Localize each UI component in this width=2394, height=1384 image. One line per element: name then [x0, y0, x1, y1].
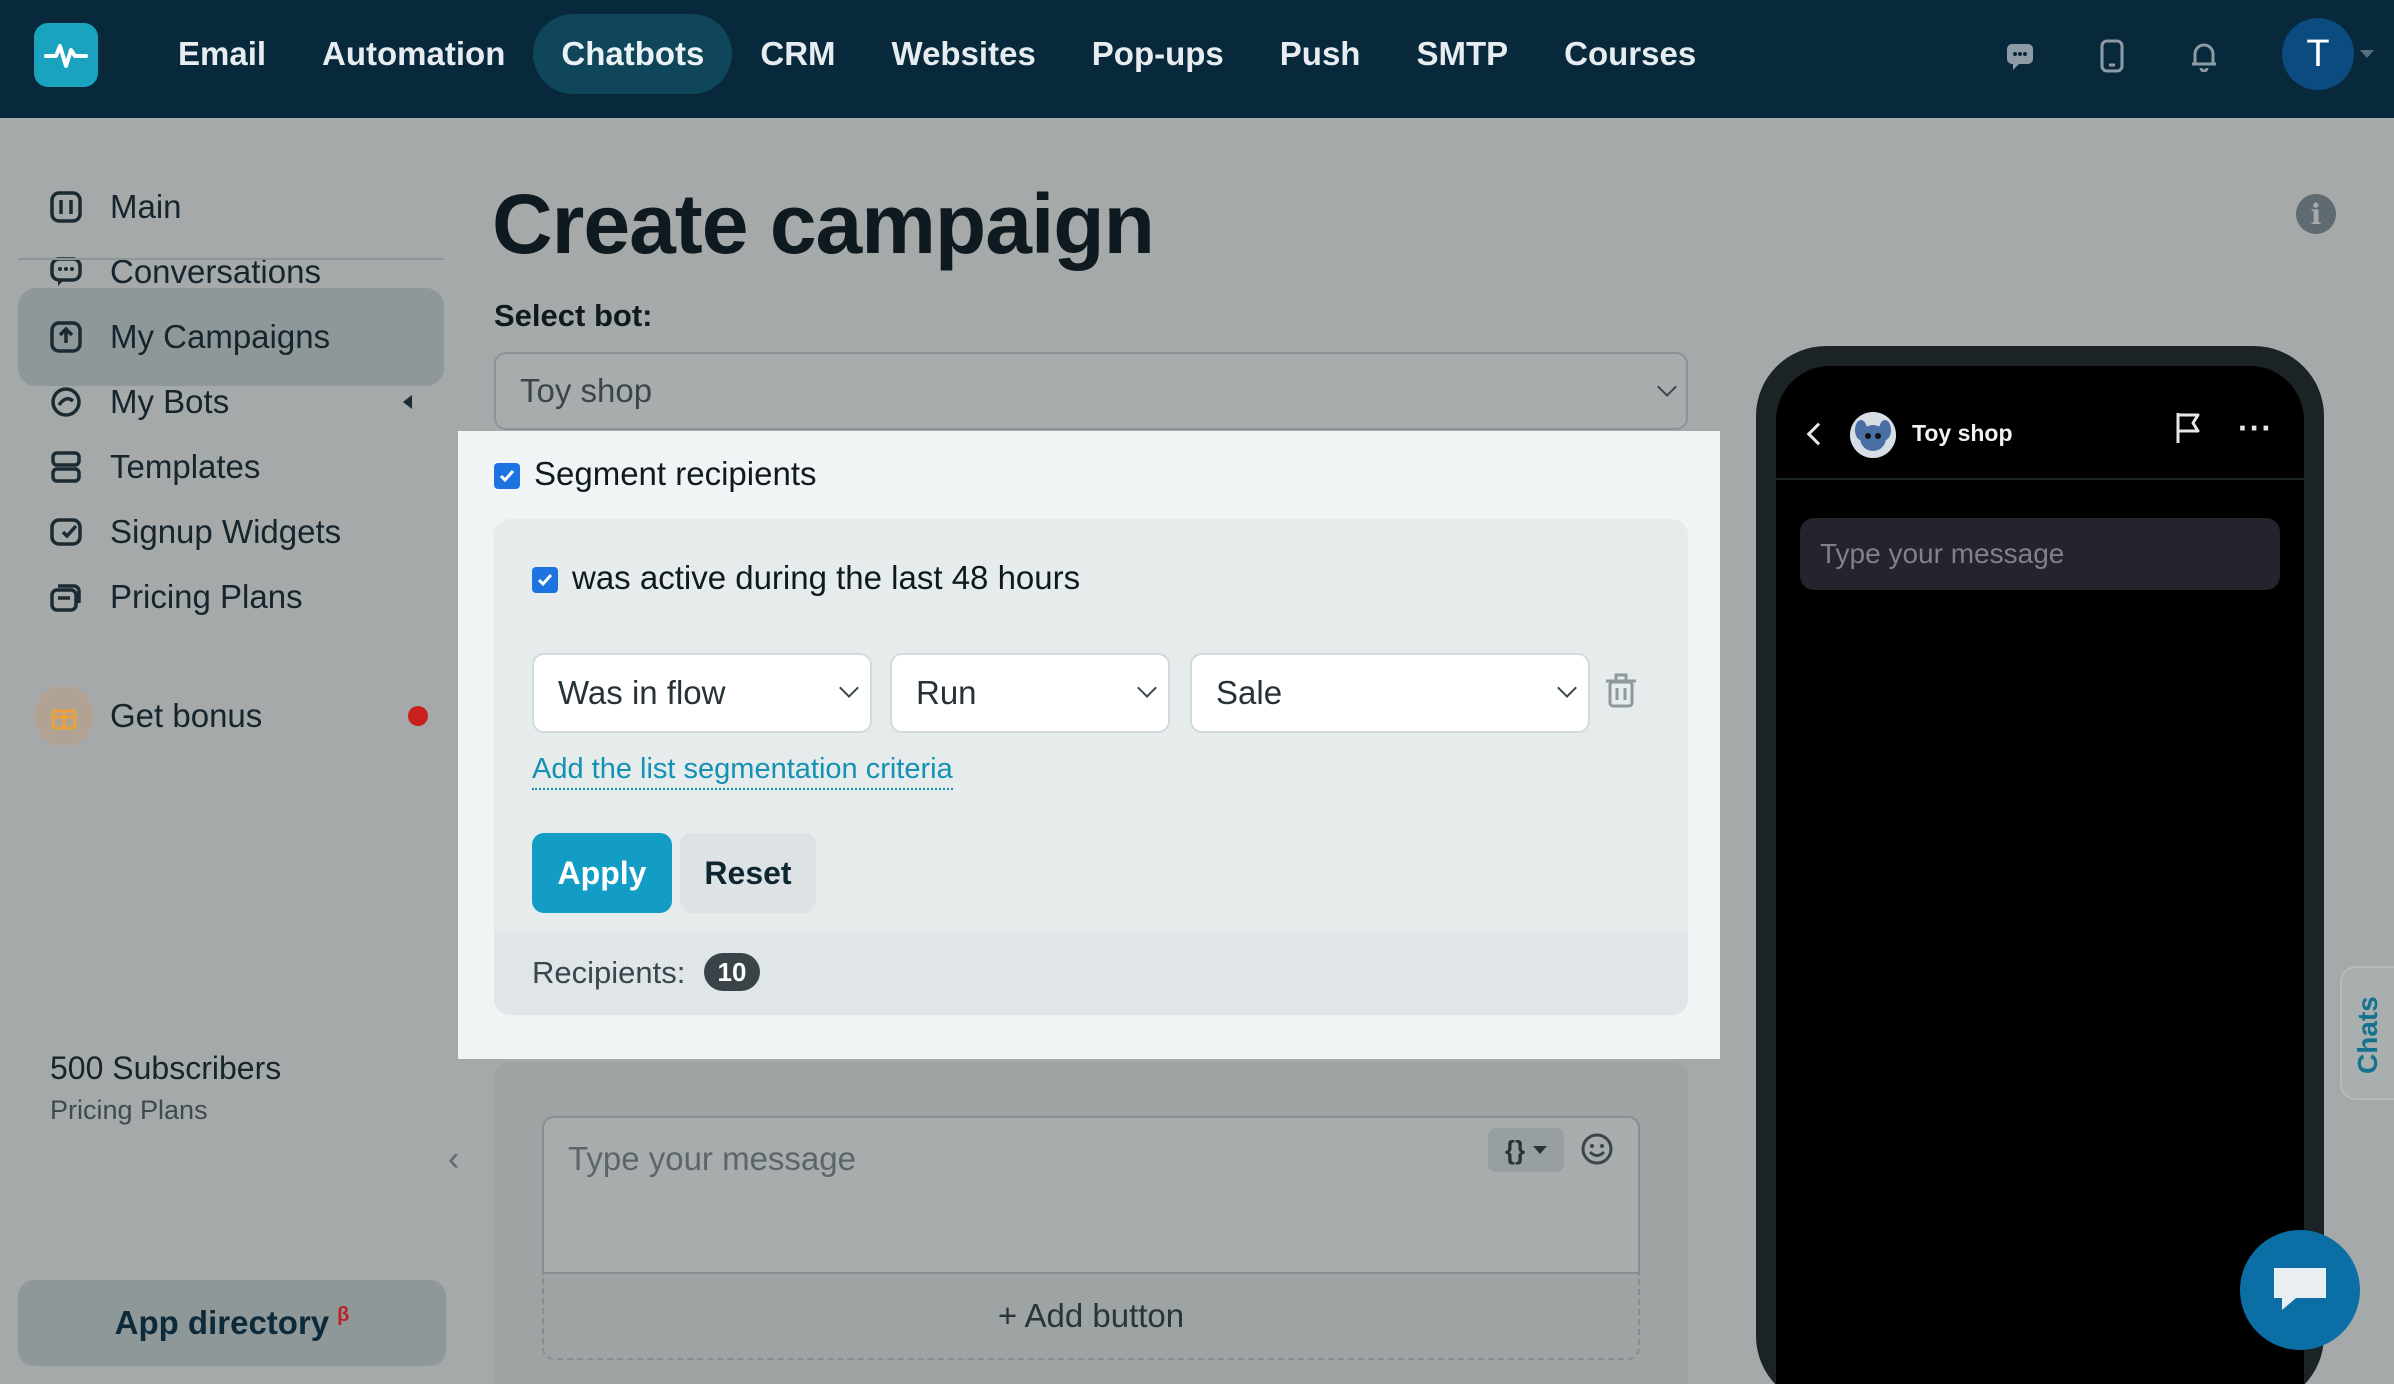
avatar-caret-icon[interactable] — [2360, 50, 2374, 58]
sidebar-label-bots: My Bots — [110, 383, 230, 420]
templates-icon — [46, 447, 86, 487]
active-48h-checkbox[interactable] — [532, 567, 558, 593]
message-placeholder: Type your message — [568, 1140, 856, 1177]
bot-select-value: Toy shop — [520, 372, 653, 409]
phone-message-input[interactable]: Type your message — [1800, 518, 2280, 590]
main-nav: Email Automation Chatbots CRM Websites P… — [150, 14, 1724, 94]
support-chat-button[interactable] — [2240, 1230, 2360, 1350]
nav-websites[interactable]: Websites — [864, 14, 1064, 94]
notification-dot — [408, 706, 428, 726]
criteria-value-value: Sale — [1216, 674, 1283, 711]
segment-criteria-box: was active during the last 48 hours Was … — [494, 519, 1688, 931]
bell-icon[interactable] — [2184, 36, 2224, 76]
chevron-down-icon — [839, 678, 859, 698]
logo-icon[interactable] — [34, 23, 98, 87]
app-directory-button[interactable]: App directory β — [18, 1280, 446, 1366]
apply-button[interactable]: Apply — [532, 833, 672, 913]
select-bot-label: Select bot: — [494, 298, 653, 333]
segment-checkbox[interactable] — [494, 463, 520, 489]
nav-crm[interactable]: CRM — [732, 14, 863, 94]
sidebar-item-bonus[interactable]: Get bonus — [18, 667, 444, 765]
add-button[interactable]: + Add button — [542, 1274, 1640, 1360]
sidebar-label-bonus: Get bonus — [110, 697, 263, 734]
back-arrow-icon[interactable] — [1806, 422, 1830, 446]
subscribers-count: 500 Subscribers — [50, 1050, 282, 1086]
sidebar-divider — [18, 258, 444, 260]
nav-smtp[interactable]: SMTP — [1388, 14, 1536, 94]
recipients-label: Recipients: — [532, 955, 686, 990]
add-criteria-link[interactable]: Add the list segmentation criteria — [532, 753, 953, 790]
campaigns-icon — [46, 317, 86, 357]
chevron-down-icon — [1557, 678, 1577, 698]
nav-chatbots[interactable]: Chatbots — [533, 14, 733, 94]
bot-avatar — [1850, 412, 1896, 458]
chevron-down-icon — [1657, 377, 1677, 397]
chevron-down-icon — [1137, 678, 1157, 698]
user-avatar[interactable]: T — [2282, 18, 2354, 90]
recipients-count-badge: 10 — [704, 953, 760, 991]
chat-icon[interactable] — [2000, 36, 2040, 76]
criteria-type-value: Was in flow — [558, 674, 726, 711]
sidebar-label-widgets: Signup Widgets — [110, 513, 342, 550]
top-navbar: Email Automation Chatbots CRM Websites P… — [0, 0, 2394, 118]
info-icon[interactable]: i — [2296, 194, 2336, 234]
bot-select[interactable]: Toy shop — [494, 352, 1688, 430]
nav-courses[interactable]: Courses — [1536, 14, 1724, 94]
criteria-value-select[interactable]: Sale — [1190, 653, 1590, 733]
segment-panel: Segment recipients was active during the… — [458, 431, 1720, 1059]
expand-caret-icon[interactable] — [403, 395, 412, 409]
active-48h-label: was active during the last 48 hours — [572, 559, 1081, 596]
emoji-icon[interactable] — [1580, 1132, 1614, 1166]
nav-automation[interactable]: Automation — [294, 14, 533, 94]
more-options-icon[interactable]: ··· — [2238, 410, 2273, 447]
page-title: Create campaign — [492, 177, 1155, 271]
segment-label: Segment recipients — [534, 455, 817, 492]
chats-side-tab[interactable]: Chats — [2340, 966, 2394, 1100]
sidebar-label-campaigns: My Campaigns — [110, 318, 331, 355]
nav-push[interactable]: Push — [1252, 14, 1389, 94]
support-chat-icon — [2274, 1268, 2326, 1310]
sidebar-label-templates: Templates — [110, 448, 261, 485]
sidebar-label-pricing: Pricing Plans — [110, 578, 303, 615]
message-card: Type your message {} + Add button — [494, 1062, 1688, 1384]
pricing-icon — [46, 577, 86, 617]
sidebar-item-pricing[interactable]: Pricing Plans — [18, 548, 444, 646]
variables-caret-icon — [1533, 1146, 1548, 1154]
criteria-flow-select[interactable]: Run — [890, 653, 1170, 733]
nav-popups[interactable]: Pop-ups — [1064, 14, 1252, 94]
gift-icon — [34, 686, 94, 746]
recipients-row: Recipients: 10 — [494, 931, 1688, 1015]
collapse-sidebar-icon[interactable]: ‹ — [448, 1140, 459, 1179]
criteria-type-select[interactable]: Was in flow — [532, 653, 872, 733]
mobile-icon[interactable] — [2092, 36, 2132, 76]
phone-preview: Toy shop ··· Type your message — [1756, 346, 2324, 1384]
trash-icon[interactable] — [1604, 673, 1638, 709]
main-icon — [46, 187, 86, 227]
pricing-plans-link[interactable]: Pricing Plans — [50, 1095, 208, 1126]
variables-button[interactable]: {} — [1488, 1128, 1564, 1172]
app-directory-label: App directory — [114, 1304, 330, 1341]
phone-bot-name: Toy shop — [1912, 420, 2013, 446]
flag-icon[interactable] — [2172, 410, 2206, 446]
chats-tab-label: Chats — [2352, 996, 2383, 1074]
criteria-flow-value: Run — [916, 674, 977, 711]
variables-icon: {} — [1504, 1134, 1526, 1165]
sidebar: Main Conversations My Campaigns My Bots … — [0, 118, 459, 1384]
bots-icon — [46, 382, 86, 422]
message-textarea[interactable]: Type your message {} — [542, 1116, 1640, 1274]
nav-email[interactable]: Email — [150, 14, 294, 94]
beta-badge: β — [337, 1303, 350, 1326]
phone-header: Toy shop ··· — [1776, 366, 2304, 480]
sidebar-label-main: Main — [110, 188, 182, 225]
reset-button[interactable]: Reset — [680, 833, 816, 913]
widgets-icon — [46, 512, 86, 552]
phone-screen: Toy shop ··· Type your message — [1776, 366, 2304, 1384]
